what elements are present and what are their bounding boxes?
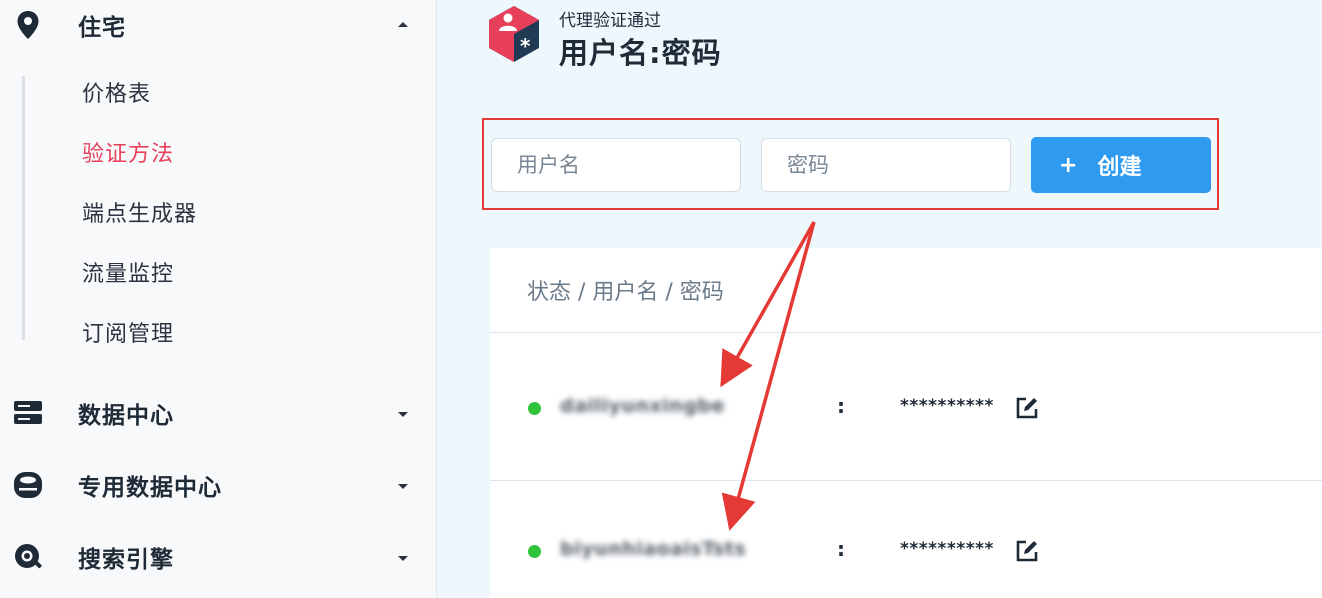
password-value: ********** bbox=[900, 396, 994, 416]
edit-icon[interactable] bbox=[1015, 396, 1039, 420]
chevron-down-icon bbox=[398, 484, 408, 489]
table-header: 状态 / 用户名 / 密码 bbox=[490, 248, 1322, 333]
password-value: ********** bbox=[900, 539, 994, 559]
status-active-dot bbox=[528, 545, 541, 558]
submenu-item-traffic-monitor[interactable]: 流量监控 bbox=[82, 256, 174, 288]
status-active-dot bbox=[528, 402, 541, 415]
submenu-item-auth-method[interactable]: 验证方法 bbox=[82, 136, 174, 168]
chevron-down-icon bbox=[398, 556, 408, 561]
page-title: 用户名:密码 bbox=[559, 36, 722, 70]
nav-section-dedicated-datacenter[interactable]: 专用数据中心 bbox=[0, 460, 436, 510]
map-pin-icon bbox=[13, 10, 43, 40]
username-value: biyunhiaoaisTsts bbox=[560, 538, 747, 560]
create-user-form: + 创建 bbox=[482, 118, 1219, 210]
dedicated-server-icon bbox=[13, 470, 43, 500]
credentials-table: 状态 / 用户名 / 密码 dailiyunxingbe : *********… bbox=[490, 248, 1322, 598]
user-key-hexagon-icon: * bbox=[487, 4, 541, 64]
table-row: dailiyunxingbe : ********** bbox=[490, 334, 1322, 481]
nav-section-datacenter[interactable]: 数据中心 bbox=[0, 388, 436, 438]
username-value: dailiyunxingbe bbox=[560, 395, 725, 417]
nav-section-label: 搜索引擎 bbox=[78, 547, 174, 573]
plus-icon: + bbox=[1059, 152, 1078, 178]
create-button[interactable]: + 创建 bbox=[1031, 137, 1211, 193]
chevron-up-icon bbox=[398, 22, 408, 27]
sidebar: 住宅 价格表 验证方法 端点生成器 流量监控 订阅管理 数据中心 专用数据中心 … bbox=[0, 0, 437, 598]
main-content: * 代理验证通过 用户名:密码 + 创建 状态 / 用户名 / 密码 daili… bbox=[437, 0, 1322, 598]
nav-section-search-engine[interactable]: 搜索引擎 bbox=[0, 532, 436, 582]
edit-icon[interactable] bbox=[1015, 539, 1039, 563]
nav-section-residential[interactable]: 住宅 bbox=[0, 0, 436, 50]
search-engine-icon bbox=[13, 542, 43, 572]
table-header-label: 状态 / 用户名 / 密码 bbox=[527, 280, 724, 305]
nav-section-label: 数据中心 bbox=[78, 403, 174, 429]
nav-section-label: 专用数据中心 bbox=[78, 475, 222, 501]
chevron-down-icon bbox=[398, 412, 408, 417]
page-subtitle: 代理验证通过 bbox=[559, 11, 661, 31]
separator: : bbox=[837, 537, 845, 561]
app-window: 住宅 价格表 验证方法 端点生成器 流量监控 订阅管理 数据中心 专用数据中心 … bbox=[0, 0, 1322, 598]
svg-text:*: * bbox=[520, 34, 531, 58]
server-icon bbox=[13, 398, 43, 428]
password-input[interactable] bbox=[761, 138, 1011, 192]
table-row: biyunhiaoaisTsts : ********** bbox=[490, 481, 1322, 598]
submenu-item-subscription[interactable]: 订阅管理 bbox=[82, 316, 174, 348]
create-button-label: 创建 bbox=[1097, 155, 1142, 180]
separator: : bbox=[837, 394, 845, 418]
submenu-item-pricing[interactable]: 价格表 bbox=[82, 76, 151, 108]
residential-submenu: 价格表 验证方法 端点生成器 流量监控 订阅管理 bbox=[22, 76, 425, 347]
username-input[interactable] bbox=[491, 138, 741, 192]
submenu-item-endpoint-generator[interactable]: 端点生成器 bbox=[82, 196, 197, 228]
nav-section-label: 住宅 bbox=[78, 15, 126, 41]
